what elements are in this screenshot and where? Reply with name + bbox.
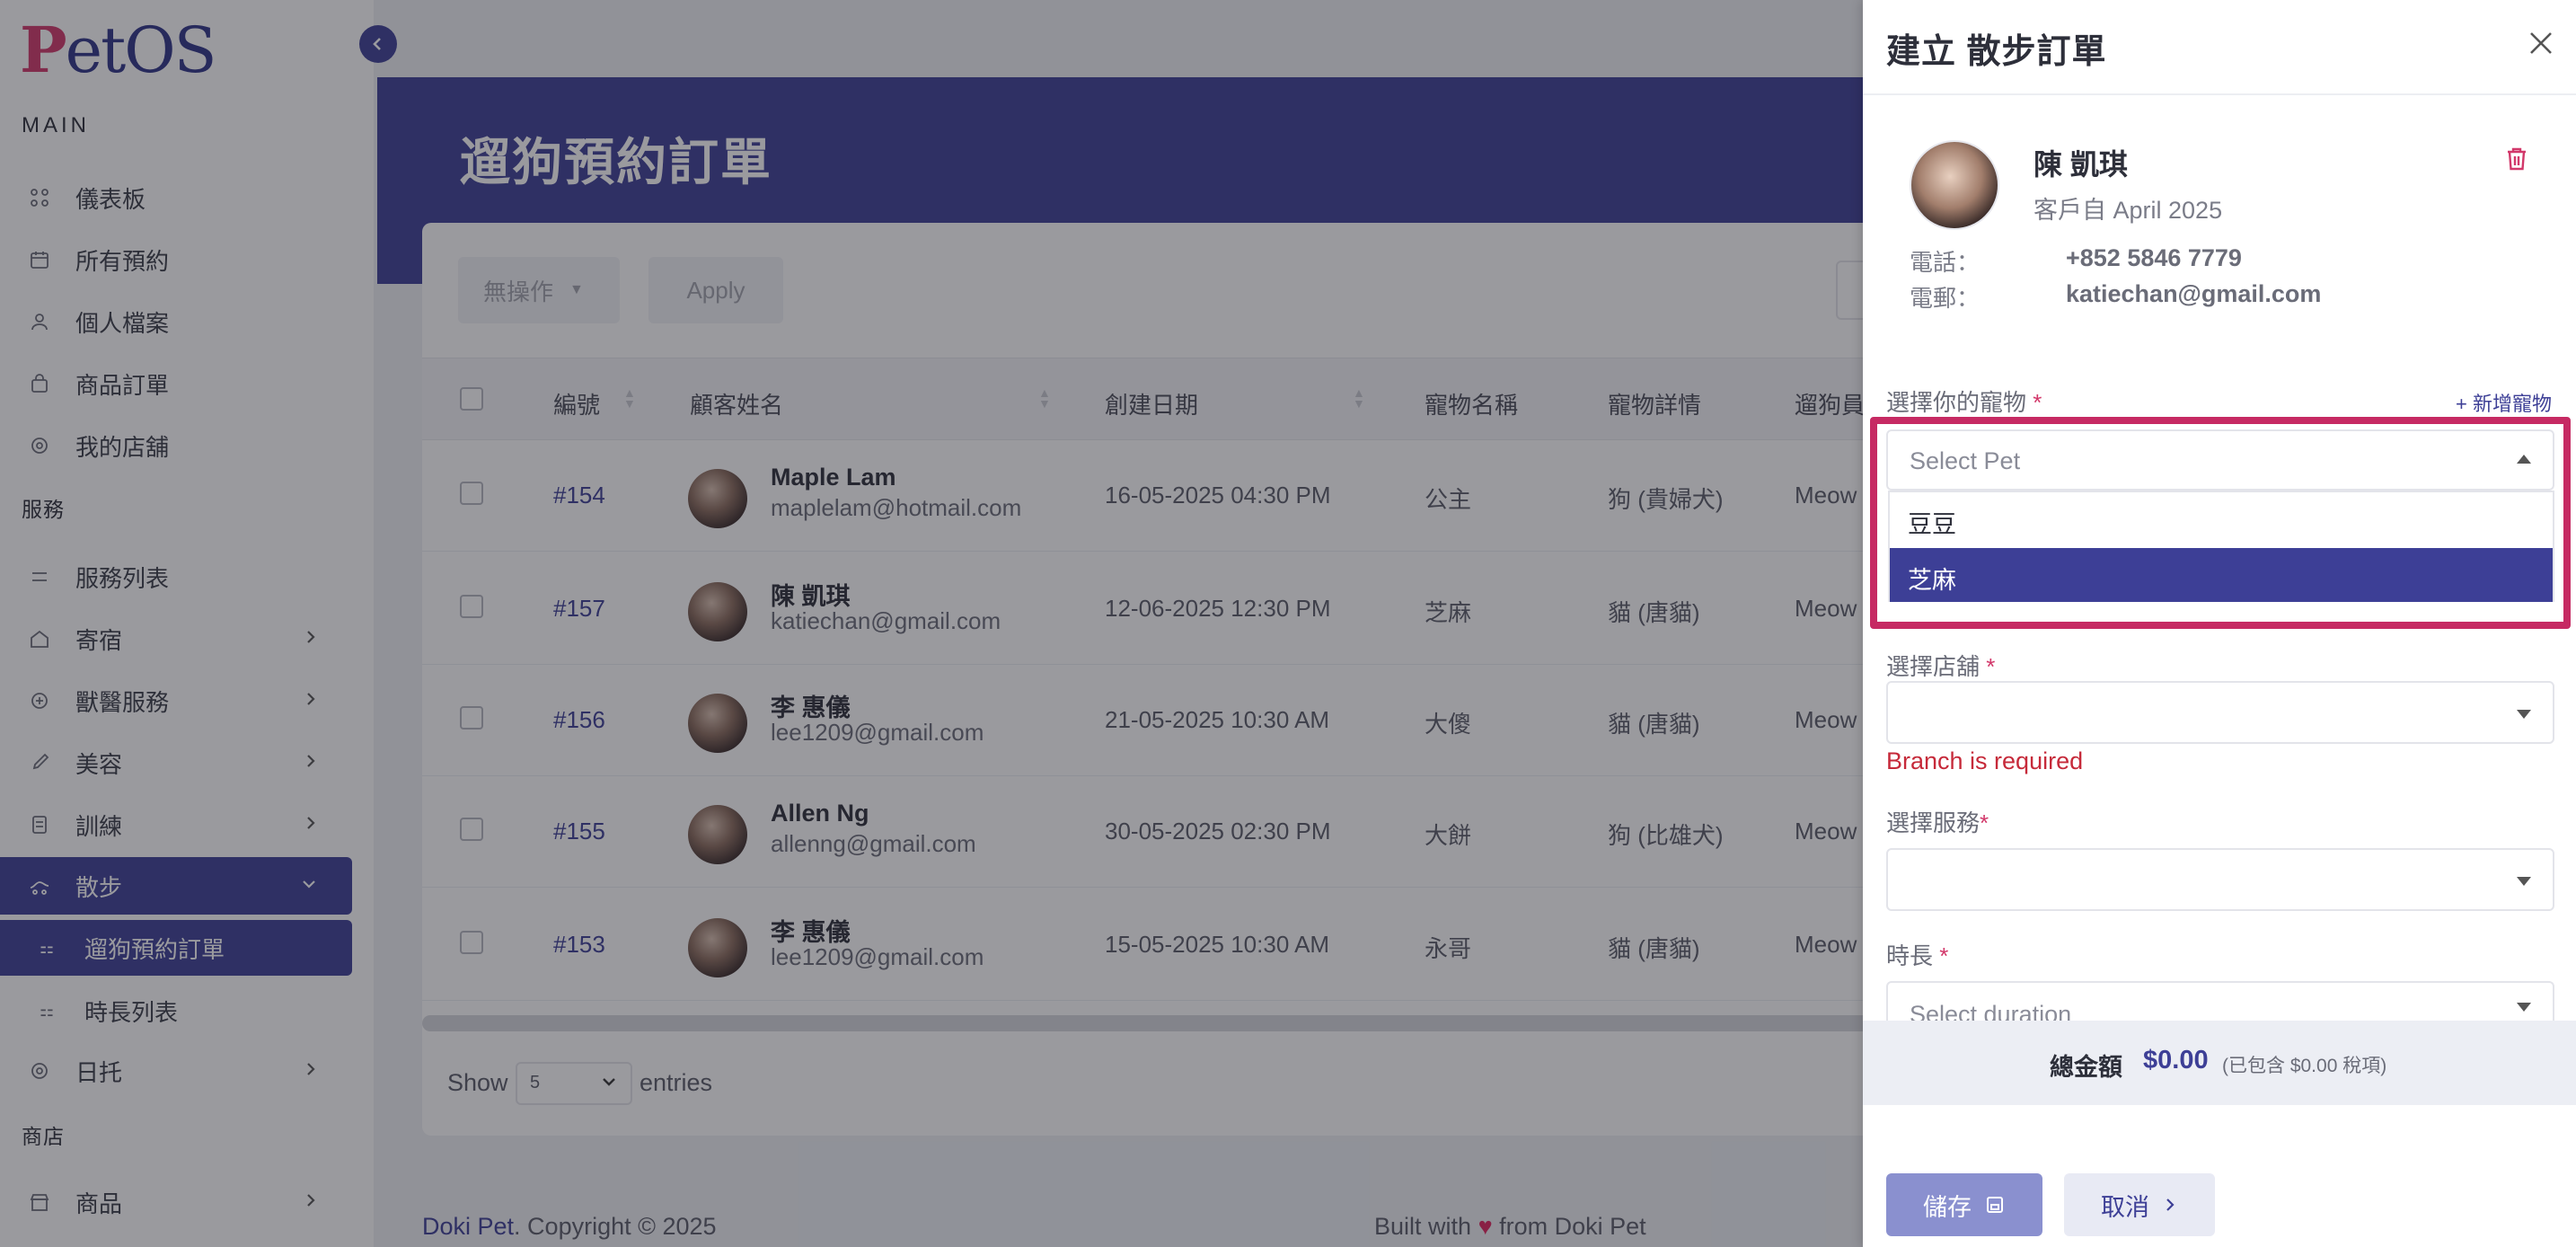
branch-label-text: 選擇店舖 bbox=[1886, 653, 1981, 680]
close-icon[interactable] bbox=[2526, 27, 2556, 67]
service-select[interactable] bbox=[1886, 848, 2554, 911]
customer-since: 客戶自 April 2025 bbox=[2033, 197, 2223, 224]
caret-down-icon bbox=[2517, 877, 2531, 886]
pet-select[interactable]: Select Pet bbox=[1886, 429, 2554, 491]
branch-error: Branch is required bbox=[1886, 747, 2084, 774]
duration-placeholder: Select duration bbox=[1910, 1001, 2072, 1021]
pet-option[interactable]: 豆豆 bbox=[1890, 492, 2553, 546]
phone-label: 電話： bbox=[1910, 249, 1981, 276]
save-label: 儲存 bbox=[1923, 1193, 1972, 1221]
branch-select[interactable] bbox=[1886, 681, 2554, 744]
total-bar: 總金額 $0.00 (已包含 $0.00 稅項) bbox=[1863, 1021, 2576, 1105]
email-value: katiechan@gmail.com bbox=[2066, 280, 2322, 307]
pet-select-placeholder: Select Pet bbox=[1910, 447, 2021, 474]
add-pet-link[interactable]: + 新增寵物 bbox=[2456, 388, 2552, 417]
divider bbox=[1863, 93, 2576, 95]
required-mark: * bbox=[1980, 809, 1989, 836]
service-field-label: 選擇服務* bbox=[1886, 805, 1989, 838]
chevron-right-icon bbox=[2166, 1198, 2175, 1211]
email-label: 電郵： bbox=[1910, 285, 1981, 312]
avatar bbox=[1910, 140, 1999, 230]
customer-name: 陳 凱琪 bbox=[2033, 148, 2128, 181]
total-label: 總金額 bbox=[2050, 1054, 2122, 1081]
duration-select[interactable]: Select duration bbox=[1886, 981, 2554, 1021]
pet-dropdown: 豆豆 芝麻 bbox=[1888, 491, 2554, 602]
caret-down-icon bbox=[2517, 1003, 2531, 1012]
caret-down-icon bbox=[2517, 710, 2531, 719]
duration-label-text: 時長 bbox=[1886, 942, 1934, 969]
trash-icon[interactable] bbox=[2504, 146, 2529, 177]
drawer-title: 建立 散步訂單 bbox=[1886, 33, 2107, 71]
pet-field-label: 選擇你的寵物 * bbox=[1886, 385, 2042, 418]
tax-note: (已包含 $0.00 稅項) bbox=[2222, 1056, 2387, 1076]
cancel-button[interactable]: 取消 bbox=[2064, 1173, 2215, 1236]
pet-label-text: 選擇你的寵物 bbox=[1886, 389, 2027, 416]
branch-field-label: 選擇店舖 * bbox=[1886, 649, 1995, 682]
modal-backdrop[interactable] bbox=[0, 0, 1863, 1247]
phone-value: +852 5846 7779 bbox=[2066, 244, 2242, 271]
required-mark: * bbox=[1939, 942, 1949, 969]
create-walk-order-drawer: 建立 散步訂單 陳 凱琪 客戶自 April 2025 電話： +852 584… bbox=[1863, 0, 2576, 1247]
service-label-text: 選擇服務 bbox=[1886, 809, 1981, 836]
required-mark: * bbox=[2033, 389, 2042, 416]
save-button[interactable]: 儲存 bbox=[1886, 1173, 2042, 1236]
total-value: $0.00 bbox=[2143, 1046, 2209, 1075]
save-icon bbox=[1987, 1197, 2003, 1213]
cancel-label: 取消 bbox=[2101, 1193, 2149, 1221]
required-mark: * bbox=[1986, 653, 1996, 680]
pet-option-selected[interactable]: 芝麻 bbox=[1890, 548, 2553, 602]
duration-field-label: 時長 * bbox=[1886, 938, 1948, 971]
caret-up-icon bbox=[2517, 455, 2531, 464]
